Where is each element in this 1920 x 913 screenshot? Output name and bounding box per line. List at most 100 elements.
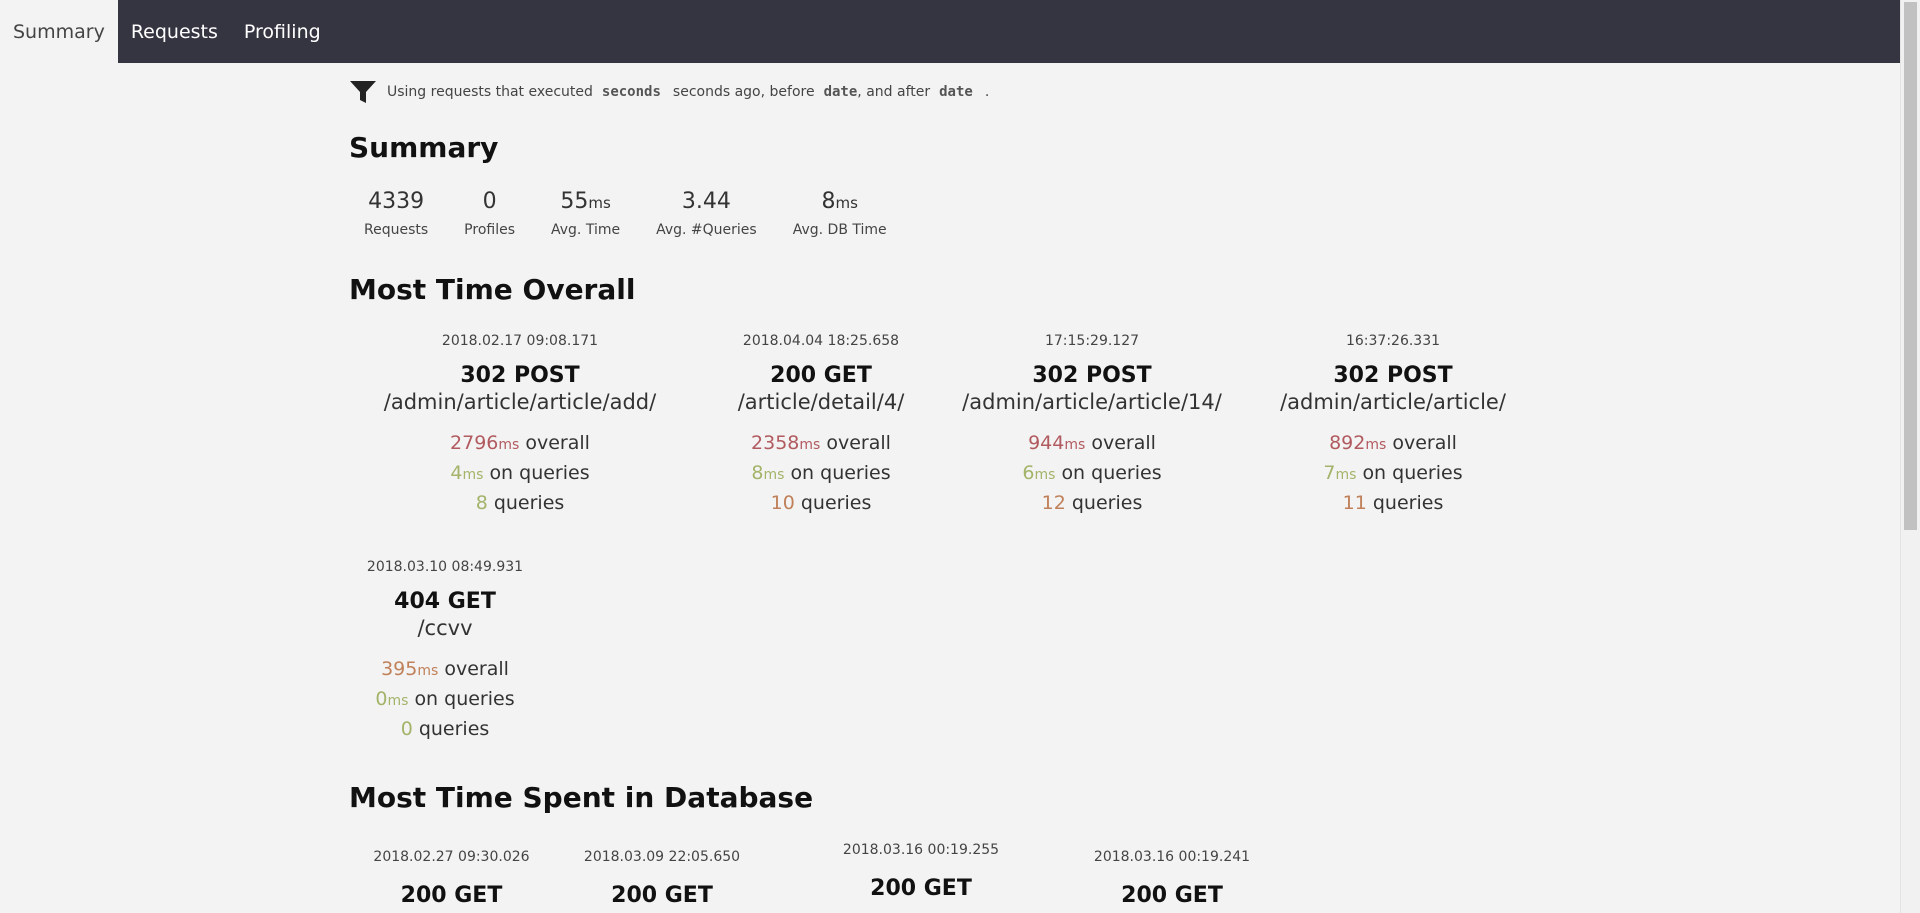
- request-timestamp: 2018.02.27 09:30.026: [373, 849, 530, 865]
- tab-summary[interactable]: Summary: [0, 0, 118, 63]
- overall-time: 2796: [450, 432, 499, 454]
- queries-time: 6: [1022, 462, 1035, 484]
- request-timestamp: 2018.03.09 22:05.650: [583, 849, 741, 865]
- on-queries-label: on queries: [414, 688, 515, 710]
- filter-icon[interactable]: [349, 78, 377, 106]
- overall-label: overall: [525, 432, 590, 454]
- db-request-card[interactable]: 2018.03.16 00:19.255 200 GET: [770, 842, 1072, 902]
- overall-time: 2358: [751, 432, 800, 454]
- overall-time: 395: [381, 658, 418, 680]
- request-card[interactable]: 17:15:29.127 302 POST /admin/article/art…: [951, 333, 1233, 517]
- stat-requests: 4339 Requests: [364, 187, 428, 238]
- stat-value: 3.44: [681, 189, 731, 214]
- request-status-method[interactable]: 302 POST: [349, 363, 691, 389]
- filter-line: Using requests that executed seconds sec…: [349, 77, 989, 107]
- unit-label: ms: [799, 437, 821, 453]
- unit-label: ms: [387, 693, 409, 709]
- on-queries-label: on queries: [1362, 462, 1463, 484]
- scrollbar-thumb[interactable]: [1904, 2, 1917, 530]
- queries-count: 8: [475, 492, 488, 514]
- request-path[interactable]: /article/detail/4/: [691, 389, 951, 415]
- request-path[interactable]: /admin/article/article/add/: [349, 389, 691, 415]
- stat-label: Avg. DB Time: [792, 222, 887, 238]
- filter-date-token-before[interactable]: date: [824, 84, 858, 100]
- filter-after: , and after: [857, 84, 931, 100]
- stat-unit: ms: [835, 194, 858, 212]
- queries-time: 0: [375, 688, 388, 710]
- request-status-method[interactable]: 302 POST: [951, 363, 1233, 389]
- queries-label: queries: [800, 492, 872, 514]
- request-status-method[interactable]: 200 GET: [349, 883, 554, 909]
- most-time-db-title: Most Time Spent in Database: [349, 781, 814, 814]
- request-timestamp: 17:15:29.127: [1044, 333, 1140, 349]
- top-nav: Summary Requests Profiling: [0, 0, 1900, 63]
- request-card[interactable]: 2018.04.04 18:25.658 200 GET /article/de…: [691, 333, 951, 517]
- stat-avg-time: 55ms Avg. Time: [551, 187, 620, 238]
- queries-time: 7: [1323, 462, 1336, 484]
- queries-label: queries: [1071, 492, 1143, 514]
- unit-label: ms: [1365, 437, 1387, 453]
- request-status-method[interactable]: 200 GET: [1072, 883, 1272, 909]
- request-status-method[interactable]: 200 GET: [554, 883, 770, 909]
- tab-profiling[interactable]: Profiling: [231, 0, 334, 63]
- filter-end: .: [984, 84, 990, 100]
- stat-avg-queries: 3.44 Avg. #Queries: [656, 187, 757, 238]
- request-timestamp: 2018.03.10 08:49.931: [366, 559, 524, 575]
- db-request-card[interactable]: 2018.03.09 22:05.650 200 GET: [554, 849, 770, 909]
- stat-label: Requests: [364, 222, 429, 238]
- stat-unit: ms: [588, 194, 611, 212]
- stat-label: Avg. Time: [551, 222, 621, 238]
- request-path[interactable]: /admin/article/article/: [1233, 389, 1553, 415]
- queries-count: 11: [1342, 492, 1367, 514]
- request-card[interactable]: 2018.02.17 09:08.171 302 POST /admin/art…: [349, 333, 691, 517]
- request-status-method[interactable]: 200 GET: [770, 876, 1072, 902]
- stat-value: 0: [482, 189, 497, 214]
- request-timestamp: 2018.02.17 09:08.171: [441, 333, 599, 349]
- on-queries-label: on queries: [489, 462, 590, 484]
- unit-label: ms: [763, 467, 785, 483]
- stat-avg-db-time: 8ms Avg. DB Time: [793, 187, 887, 238]
- queries-label: queries: [418, 718, 490, 740]
- request-card[interactable]: 16:37:26.331 302 POST /admin/article/art…: [1233, 333, 1553, 517]
- unit-label: ms: [462, 467, 484, 483]
- tab-requests[interactable]: Requests: [118, 0, 231, 63]
- overall-label: overall: [1392, 432, 1457, 454]
- queries-count: 12: [1041, 492, 1066, 514]
- stat-label: Avg. #Queries: [656, 222, 757, 238]
- db-request-card[interactable]: 2018.02.27 09:30.026 200 GET: [349, 849, 554, 909]
- queries-label: queries: [1372, 492, 1444, 514]
- overall-time: 892: [1329, 432, 1366, 454]
- unit-label: ms: [1335, 467, 1357, 483]
- unit-label: ms: [1064, 437, 1086, 453]
- request-status-method[interactable]: 302 POST: [1233, 363, 1553, 389]
- unit-label: ms: [498, 437, 520, 453]
- overall-label: overall: [826, 432, 891, 454]
- unit-label: ms: [417, 663, 439, 679]
- request-card[interactable]: 2018.03.10 08:49.931 404 GET /ccvv 395ms…: [349, 559, 541, 743]
- queries-time: 8: [751, 462, 764, 484]
- request-status-method[interactable]: 200 GET: [691, 363, 951, 389]
- unit-label: ms: [1034, 467, 1056, 483]
- filter-seconds-token[interactable]: seconds: [602, 84, 661, 100]
- request-timestamp: 2018.03.16 00:19.255: [842, 842, 1000, 858]
- most-time-overall-title: Most Time Overall: [349, 273, 636, 306]
- summary-title: Summary: [349, 131, 499, 164]
- request-path[interactable]: /admin/article/article/14/: [951, 389, 1233, 415]
- stat-value: 8: [821, 189, 836, 214]
- overall-time: 944: [1028, 432, 1065, 454]
- stat-profiles: 0 Profiles: [464, 187, 515, 238]
- filter-middle: seconds ago, before: [672, 84, 815, 100]
- filter-prefix: Using requests that executed: [387, 84, 593, 100]
- stat-value: 55: [560, 189, 589, 214]
- queries-label: queries: [493, 492, 565, 514]
- queries-count: 0: [400, 718, 413, 740]
- on-queries-label: on queries: [1061, 462, 1162, 484]
- summary-stats: 4339 Requests 0 Profiles 55ms Avg. Time …: [364, 187, 923, 238]
- request-timestamp: 2018.03.16 00:19.241: [1093, 849, 1251, 865]
- request-status-method[interactable]: 404 GET: [349, 589, 541, 615]
- request-timestamp: 16:37:26.331: [1345, 333, 1441, 349]
- filter-date-token-after[interactable]: date: [939, 84, 973, 100]
- request-path[interactable]: /ccvv: [349, 615, 541, 641]
- scrollbar[interactable]: [1900, 0, 1920, 913]
- db-request-card[interactable]: 2018.03.16 00:19.241 200 GET: [1072, 849, 1272, 909]
